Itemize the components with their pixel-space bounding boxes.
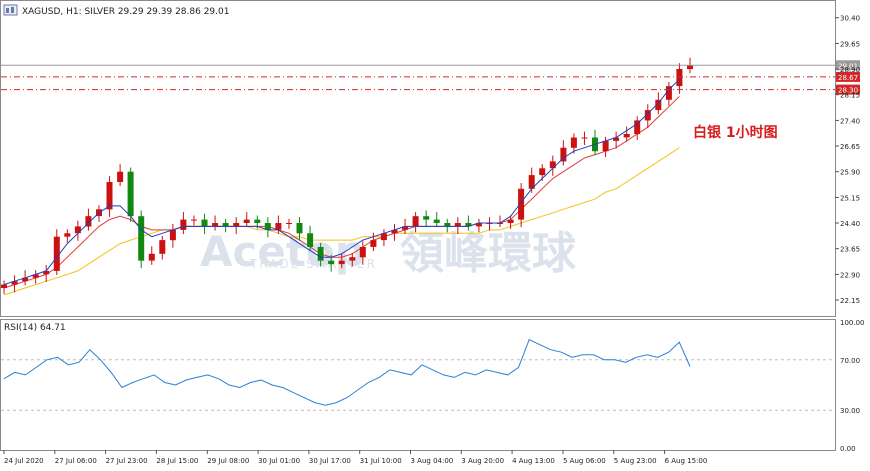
price-axis-label: 23.65 [840,246,860,254]
time-axis-label: 24 Jul 2020 [4,457,44,465]
time-axis-label: 29 Jul 08:00 [207,457,249,465]
candle-body [676,69,683,87]
price-axis-label: 22.90 [840,271,860,279]
time-axis-label: 6 Aug 15:00 [665,457,708,465]
rsi-axis-label: 30.00 [840,407,860,415]
candle-body [159,240,166,254]
candle-body [338,260,345,265]
time-axis-label: 4 Aug 13:00 [512,457,555,465]
candle-body [64,233,71,237]
time-axis-label: 5 Aug 23:00 [614,457,657,465]
rsi-axis-label: 100.00 [840,319,865,327]
candle-body [191,219,197,221]
rsi-axis-label: 0.00 [840,445,856,453]
time-axis-label: 27 Jul 06:00 [55,457,97,465]
price-axis-label: 28.15 [840,92,860,100]
chart-window: XAGUSD, H1: SILVER 29.29 29.39 28.86 29.… [0,0,870,471]
rsi-line [3,338,691,406]
rsi-panel: 100.00 70.00 30.00 0.00 [1,319,865,453]
time-axis-label: 31 Jul 10:00 [360,457,402,465]
time-axis: 24 Jul 2020 27 Jul 06:00 27 Jul 23:00 28 Ju… [3,450,708,465]
time-axis-label: 30 Jul 17:00 [309,457,351,465]
time-axis-label: 3 Aug 20:00 [461,457,504,465]
candle-body [286,223,292,224]
candle-body [423,216,430,220]
watermark-subtitle: TRADE SMARTER [249,257,377,271]
candle-body [1,284,7,288]
candle-body [581,137,588,139]
candle-body [359,247,366,258]
candle-body [370,240,377,247]
price-axis: 30.40 29.65 28.90 28.15 27.40 26.65 25.90 25.15… [835,15,860,305]
candle-body [623,134,630,138]
time-axis-label: 30 Jul 01:00 [258,457,300,465]
candle-body [317,247,324,261]
chart-menu-icon[interactable] [3,4,18,16]
candle-body [127,171,134,217]
price-axis-label: 29.65 [840,40,860,48]
price-axis-label: 22.15 [840,297,860,305]
candle-body [233,223,240,227]
price-axis-label: 27.40 [840,117,860,125]
candle-body [687,65,693,70]
candle-body [275,223,282,230]
chart-symbol-title: XAGUSD, H1: SILVER 29.29 29.39 28.86 29.… [22,7,229,17]
rsi-panel-frame [0,319,836,451]
candle-body [148,253,155,261]
candle-body [349,257,356,261]
candle-body [296,223,303,234]
candle-body [212,223,219,227]
candle-body [117,171,124,182]
watermark-title-cn: 領峰環球 [400,228,577,279]
price-axis-label: 24.40 [840,220,860,228]
price-axis-label: 25.90 [840,169,860,177]
candle-body [138,216,145,261]
price-axis-label: 25.15 [840,194,860,202]
price-axis-label: 28.90 [840,66,860,74]
candle-body [412,216,419,227]
price-chart-canvas[interactable]: XAGUSD, H1: SILVER 29.29 29.39 28.86 29.… [0,0,870,471]
candle-body [106,182,113,210]
candle-body [328,260,335,265]
candle-body [222,223,229,227]
candle-body [180,219,187,230]
time-axis-label: 5 Aug 06:00 [563,457,606,465]
chart-annotation: 白银 1小时图 [693,124,778,141]
candle-body [602,140,609,152]
rsi-title: RSI(14) 64.71 [4,323,66,333]
price-level-label: 28.67 [838,74,858,82]
candle-body [201,219,208,227]
candle-body [307,233,314,247]
ma-fast-line [3,78,680,286]
price-levels: 29.0128.6728.30 [1,60,860,95]
time-axis-label: 28 Jul 15:00 [156,457,198,465]
price-axis-label: 30.40 [840,15,860,23]
candle-body [74,226,81,234]
candle-body [539,168,546,176]
candle-body [454,223,461,227]
candle-body [169,229,176,241]
price-axis-label: 26.65 [840,143,860,151]
candle-body [507,219,514,223]
candle-body [549,161,556,169]
candle-body [254,219,261,223]
candle-body [570,137,577,148]
time-axis-label: 3 Aug 04:00 [411,457,454,465]
ma-fast-polyline [3,78,680,286]
candle-body [444,223,451,227]
candle-body [433,219,440,223]
rsi-axis-label: 70.00 [840,357,860,365]
candle-body [243,219,250,223]
time-axis-label: 27 Jul 23:00 [106,457,148,465]
candle-body [518,188,525,220]
